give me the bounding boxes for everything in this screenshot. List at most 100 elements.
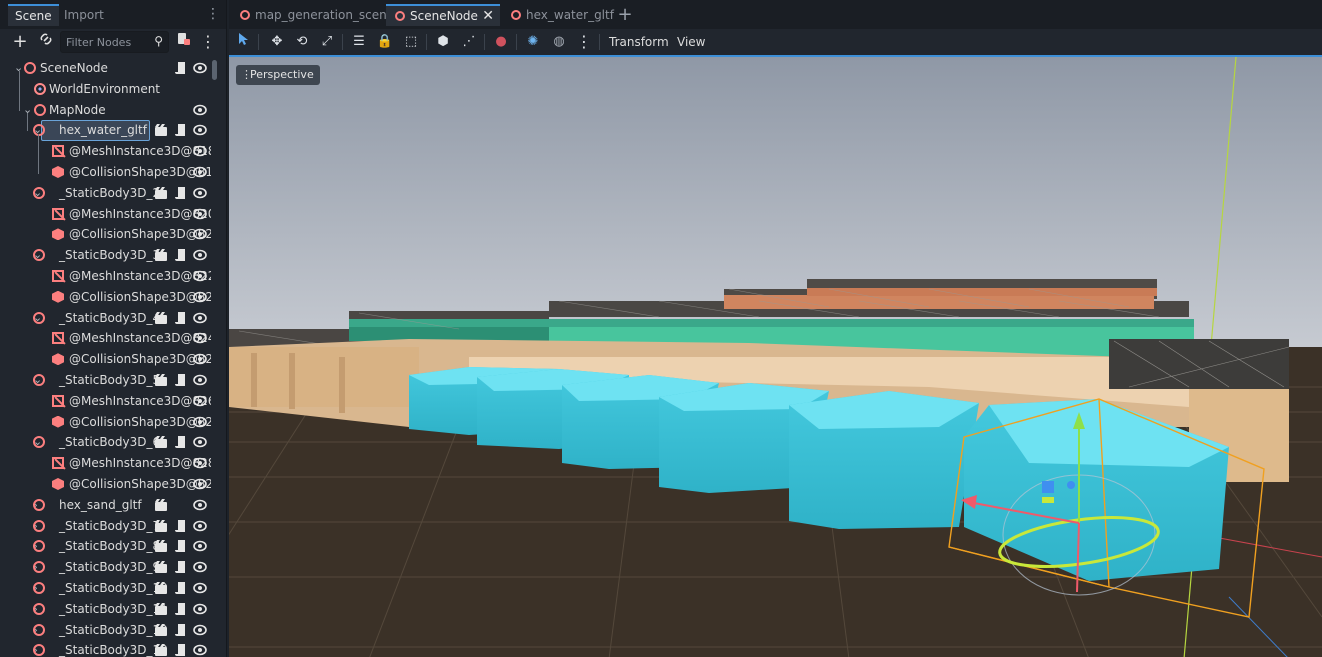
scene-tree-row[interactable]: ⌄ _StaticBody3D_3: [0, 245, 211, 266]
local-space-icon[interactable]: ⬢: [433, 32, 453, 52]
tab-hex-water-gltf[interactable]: hex_water_gltf: [502, 4, 614, 26]
instance-scene-icon[interactable]: [36, 32, 56, 52]
scene-tree-row[interactable]: › _StaticBody3D_11: [0, 599, 211, 620]
environment-preview-icon[interactable]: ◍: [549, 32, 569, 52]
script-icon[interactable]: [174, 560, 188, 574]
scene-tree-row[interactable]: @CollisionShape3D@82: [0, 474, 211, 495]
visibility-eye-icon[interactable]: [193, 248, 207, 262]
scene-tree-row[interactable]: ⌄ _StaticBody3D_4: [0, 308, 211, 329]
open-in-editor-icon[interactable]: [154, 248, 168, 262]
add-tab-icon[interactable]: +: [616, 4, 634, 26]
open-in-editor-icon[interactable]: [154, 602, 168, 616]
add-node-icon[interactable]: +: [10, 32, 30, 52]
visibility-eye-icon[interactable]: [193, 498, 207, 512]
more-options-icon[interactable]: ⋮: [198, 32, 218, 52]
scene-tree-row[interactable]: WorldEnvironment: [0, 79, 211, 100]
list-select-icon[interactable]: ☰: [349, 32, 369, 52]
scene-tree-row[interactable]: ⌄ _StaticBody3D_5: [0, 370, 211, 391]
tab-scenenode[interactable]: SceneNode ✕: [386, 4, 500, 26]
script-icon[interactable]: [174, 311, 188, 325]
scene-tree-row[interactable]: @CollisionShape3D@81: [0, 162, 211, 183]
scene-tree-row[interactable]: ⌄ hex_water_gltf: [0, 120, 211, 142]
open-in-editor-icon[interactable]: [154, 186, 168, 200]
visibility-eye-icon[interactable]: [193, 123, 207, 137]
scene-tree-row[interactable]: @CollisionShape3D@82: [0, 349, 211, 370]
visibility-eye-icon[interactable]: [193, 165, 207, 179]
tab-import[interactable]: Import: [57, 4, 111, 26]
visibility-eye-icon[interactable]: [193, 560, 207, 574]
tab-scene[interactable]: Scene: [8, 4, 59, 26]
script-icon[interactable]: [174, 186, 188, 200]
script-icon[interactable]: [174, 581, 188, 595]
sun-preview-icon[interactable]: ✺: [523, 32, 543, 52]
open-in-editor-icon[interactable]: [154, 123, 168, 137]
tree-scroll-thumb[interactable]: [212, 60, 217, 80]
close-icon[interactable]: ✕: [482, 6, 494, 26]
open-in-editor-icon[interactable]: [154, 560, 168, 574]
dock-menu-icon[interactable]: ⋮: [206, 7, 220, 21]
script-icon[interactable]: [174, 61, 188, 75]
scene-tree-row[interactable]: › _StaticBody3D_10: [0, 578, 211, 599]
search-icon[interactable]: ⚲: [154, 34, 163, 48]
visibility-eye-icon[interactable]: [193, 352, 207, 366]
open-in-editor-icon[interactable]: [154, 519, 168, 533]
visibility-eye-icon[interactable]: [193, 623, 207, 637]
scene-tree-row[interactable]: › _StaticBody3D_7: [0, 516, 211, 537]
visibility-eye-icon[interactable]: [193, 186, 207, 200]
visibility-eye-icon[interactable]: [193, 311, 207, 325]
script-icon[interactable]: [174, 248, 188, 262]
transform-menu[interactable]: Transform: [609, 33, 669, 51]
scene-tree-row[interactable]: @CollisionShape3D@82: [0, 287, 211, 308]
open-in-editor-icon[interactable]: [154, 435, 168, 449]
visibility-eye-icon[interactable]: [193, 103, 207, 117]
visibility-eye-icon[interactable]: [193, 290, 207, 304]
visibility-eye-icon[interactable]: [193, 144, 207, 158]
scene-tree-row[interactable]: › hex_sand_gltf: [0, 495, 211, 516]
scene-tree-row[interactable]: ⌄ SceneNode: [0, 58, 211, 79]
script-icon[interactable]: [174, 519, 188, 533]
scene-tree-row[interactable]: @MeshInstance3D@820: [0, 204, 211, 225]
visibility-eye-icon[interactable]: [193, 61, 207, 75]
visibility-eye-icon[interactable]: [193, 331, 207, 345]
visibility-eye-icon[interactable]: [193, 539, 207, 553]
rotate-tool-icon[interactable]: ⟲: [292, 32, 312, 52]
attach-script-icon[interactable]: [173, 32, 193, 52]
script-icon[interactable]: [174, 435, 188, 449]
open-in-editor-icon[interactable]: [154, 581, 168, 595]
camera-preview-icon[interactable]: ●: [491, 32, 511, 52]
script-icon[interactable]: [174, 623, 188, 637]
scene-tree-row[interactable]: ⌄ _StaticBody3D_2: [0, 183, 211, 204]
scene-tree-row[interactable]: @MeshInstance3D@826: [0, 391, 211, 412]
script-icon[interactable]: [174, 602, 188, 616]
viewport-3d[interactable]: ⋮ Perspective: [229, 55, 1322, 657]
lock-icon[interactable]: 🔒: [375, 32, 395, 52]
scene-tree-row[interactable]: @MeshInstance3D@822: [0, 266, 211, 287]
scene-tree-row[interactable]: › _StaticBody3D_13: [0, 640, 211, 657]
view-menu[interactable]: View: [677, 33, 705, 51]
visibility-eye-icon[interactable]: [193, 643, 207, 657]
scene-tree-row[interactable]: @MeshInstance3D@828: [0, 453, 211, 474]
scene-tree-row[interactable]: @CollisionShape3D@82: [0, 224, 211, 245]
preview-options-icon[interactable]: ⋮: [574, 32, 594, 52]
perspective-menu-button[interactable]: ⋮ Perspective: [236, 65, 320, 85]
scene-tree-row[interactable]: ⌄ _StaticBody3D_6: [0, 432, 211, 453]
open-in-editor-icon[interactable]: [154, 311, 168, 325]
script-icon[interactable]: [174, 643, 188, 657]
tab-map-generation-scene[interactable]: map_generation_scene: [231, 4, 394, 26]
snap-icon[interactable]: ⋰: [459, 32, 479, 52]
visibility-eye-icon[interactable]: [193, 477, 207, 491]
scale-tool-icon[interactable]: ⤢: [317, 32, 337, 52]
script-icon[interactable]: [174, 123, 188, 137]
filter-nodes-input[interactable]: [66, 35, 148, 50]
scene-tree-row[interactable]: › _StaticBody3D_12: [0, 620, 211, 641]
script-icon[interactable]: [174, 539, 188, 553]
visibility-eye-icon[interactable]: [193, 415, 207, 429]
visibility-eye-icon[interactable]: [193, 602, 207, 616]
scene-tree-row[interactable]: › _StaticBody3D_8: [0, 536, 211, 557]
scene-tree-row[interactable]: @CollisionShape3D@82: [0, 412, 211, 433]
scene-tree-row[interactable]: › _StaticBody3D_9: [0, 557, 211, 578]
open-in-editor-icon[interactable]: [154, 373, 168, 387]
open-in-editor-icon[interactable]: [154, 643, 168, 657]
select-tool-icon[interactable]: [234, 32, 254, 52]
script-icon[interactable]: [174, 373, 188, 387]
